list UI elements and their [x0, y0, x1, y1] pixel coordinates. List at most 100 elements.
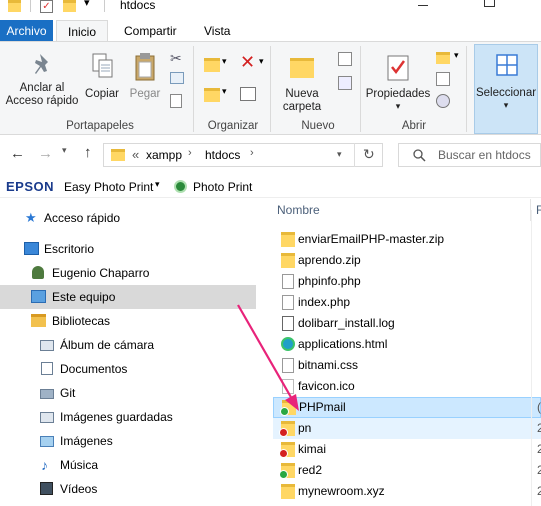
file-row[interactable]: applications.html — [273, 334, 541, 355]
file-row[interactable]: phpinfo.php — [273, 271, 541, 292]
nav-item-saved-pictures[interactable]: Imágenes guardadas — [0, 405, 273, 429]
window-title: htdocs — [120, 0, 156, 12]
open-icon[interactable] — [436, 52, 450, 64]
file-name: enviarEmailPHP-master.zip — [298, 232, 445, 246]
star-icon: ★ — [25, 210, 37, 225]
refresh-icon[interactable]: ↻ — [363, 146, 375, 163]
breadcrumb-xampp[interactable]: xampp — [146, 148, 182, 162]
properties-check-icon[interactable]: ✓ — [40, 0, 53, 13]
copy-button[interactable]: Copiar — [83, 50, 121, 114]
back-arrow-icon[interactable]: ← — [10, 145, 25, 162]
copy-icon — [92, 53, 113, 78]
library-icon — [40, 340, 54, 351]
easy-photo-dropdown-icon[interactable]: ▾ — [155, 179, 160, 190]
customize-qat-icon[interactable]: ▾ — [84, 0, 90, 9]
epson-toolbar: EPSON Easy Photo Print ▾ Photo Print — [0, 176, 541, 198]
file-name: favicon.ico — [298, 379, 355, 393]
group-new-label: Nuevo — [301, 120, 335, 132]
easy-photo-print-button[interactable]: Easy Photo Print — [64, 180, 153, 194]
file-row[interactable]: dolibarr_install.log — [273, 313, 541, 334]
file-row[interactable]: pn 2 — [273, 418, 541, 439]
file-name: pn — [298, 421, 312, 435]
tab-compartir[interactable]: Compartir — [116, 20, 185, 42]
maximize-icon[interactable] — [484, 0, 495, 7]
ico-file-icon — [282, 379, 294, 394]
nav-item-git[interactable]: Git — [0, 381, 273, 405]
up-arrow-icon[interactable]: ↑ — [84, 144, 92, 161]
videos-icon — [40, 482, 53, 495]
nav-item-pictures[interactable]: Imágenes — [0, 429, 273, 453]
php-file-icon — [282, 274, 294, 289]
file-row-selected[interactable]: PHPmail ( — [273, 397, 541, 418]
pictures-icon — [40, 436, 54, 447]
nav-item-quick-access[interactable]: ★ Acceso rápido — [0, 206, 273, 230]
recent-dropdown-icon[interactable]: ▾ — [62, 145, 67, 156]
nav-item-this-pc[interactable]: Este equipo — [0, 285, 256, 309]
chevron-right-icon[interactable]: › — [250, 147, 254, 159]
tab-inicio[interactable]: Inicio — [56, 20, 108, 42]
nav-item-music[interactable]: ♪ Música — [0, 453, 273, 477]
nav-item-user[interactable]: Eugenio Chaparro — [0, 261, 273, 285]
new-folder-button[interactable]: Nueva carpeta — [278, 50, 326, 114]
history-icon[interactable] — [436, 94, 450, 108]
minimize-icon[interactable] — [418, 5, 428, 6]
file-row[interactable]: bitnami.css — [273, 355, 541, 376]
nav-label: Música — [60, 458, 99, 472]
new-folder-icon[interactable] — [63, 0, 76, 12]
nav-item-camera-roll[interactable]: Álbum de cámara — [0, 333, 273, 357]
rename-icon[interactable] — [240, 87, 256, 101]
tab-archivo[interactable]: Archivo — [0, 20, 53, 42]
chevron-right-icon[interactable]: › — [188, 147, 192, 159]
libraries-icon — [31, 314, 46, 327]
delete-icon[interactable]: ✕ — [240, 52, 255, 73]
easy-access-icon[interactable] — [338, 76, 352, 90]
pin-label-1: Anclar al — [19, 82, 65, 94]
properties-button[interactable]: Propiedades ▾ — [366, 50, 430, 114]
paste-button[interactable]: Pegar — [126, 50, 164, 114]
copy-to-icon[interactable] — [204, 88, 220, 102]
file-row[interactable]: aprendo.zip — [273, 250, 541, 271]
music-icon: ♪ — [41, 457, 48, 473]
move-to-icon[interactable] — [204, 58, 220, 72]
group-organize-label: Organizar — [207, 120, 259, 132]
navigation-pane: ★ Acceso rápido Escritorio Eugenio Chapa… — [0, 199, 273, 506]
nav-item-libraries[interactable]: Bibliotecas — [0, 309, 273, 333]
new-item-icon[interactable] — [338, 52, 352, 66]
search-box[interactable]: Buscar en htdocs — [398, 143, 541, 167]
nav-item-videos[interactable]: Vídeos — [0, 477, 273, 501]
file-row[interactable]: red2 2 — [273, 460, 541, 481]
pin-button[interactable]: Anclar al Acceso rápido — [6, 50, 78, 114]
edit-icon[interactable] — [436, 72, 450, 86]
file-row[interactable]: enviarEmailPHP-master.zip — [273, 229, 541, 250]
forward-arrow-icon[interactable]: → — [38, 145, 53, 162]
nav-item-desktop[interactable]: Escritorio — [0, 237, 273, 261]
nav-label: Eugenio Chaparro — [52, 266, 150, 280]
new-folder-icon — [290, 58, 314, 78]
new-folder-label-2: carpeta — [282, 101, 322, 113]
column-header-next[interactable]: F — [536, 203, 541, 217]
file-row[interactable]: kimai 2 — [273, 439, 541, 460]
file-name: phpinfo.php — [298, 274, 361, 288]
file-row[interactable]: favicon.ico — [273, 376, 541, 397]
file-detail: ( — [537, 400, 541, 414]
tab-vista[interactable]: Vista — [196, 20, 238, 42]
breadcrumb-htdocs[interactable]: htdocs — [205, 148, 240, 162]
file-name: PHPmail — [299, 400, 346, 414]
file-detail: 2 — [537, 442, 541, 456]
column-header-name[interactable]: Nombre — [277, 203, 320, 217]
address-bar[interactable]: « xampp › htdocs › ▾ ↻ — [103, 143, 383, 167]
file-detail: 2 — [537, 463, 541, 477]
paste-shortcut-icon[interactable] — [170, 94, 182, 108]
overflow-chevron[interactable]: « — [132, 147, 139, 162]
nav-item-documents[interactable]: Documentos — [0, 357, 273, 381]
photo-print-button[interactable]: Photo Print — [193, 180, 252, 194]
sync-error-icon — [279, 449, 288, 458]
file-row[interactable]: index.php — [273, 292, 541, 313]
nav-label: Bibliotecas — [52, 314, 111, 328]
select-button[interactable]: Seleccionar ▾ — [474, 44, 538, 134]
cut-icon[interactable]: ✂ — [170, 50, 182, 67]
copy-path-icon[interactable] — [170, 72, 184, 84]
file-detail: 2 — [537, 421, 541, 435]
file-row[interactable]: mynewroom.xyz 2 — [273, 481, 541, 502]
address-dropdown-icon[interactable]: ▾ — [337, 149, 342, 160]
